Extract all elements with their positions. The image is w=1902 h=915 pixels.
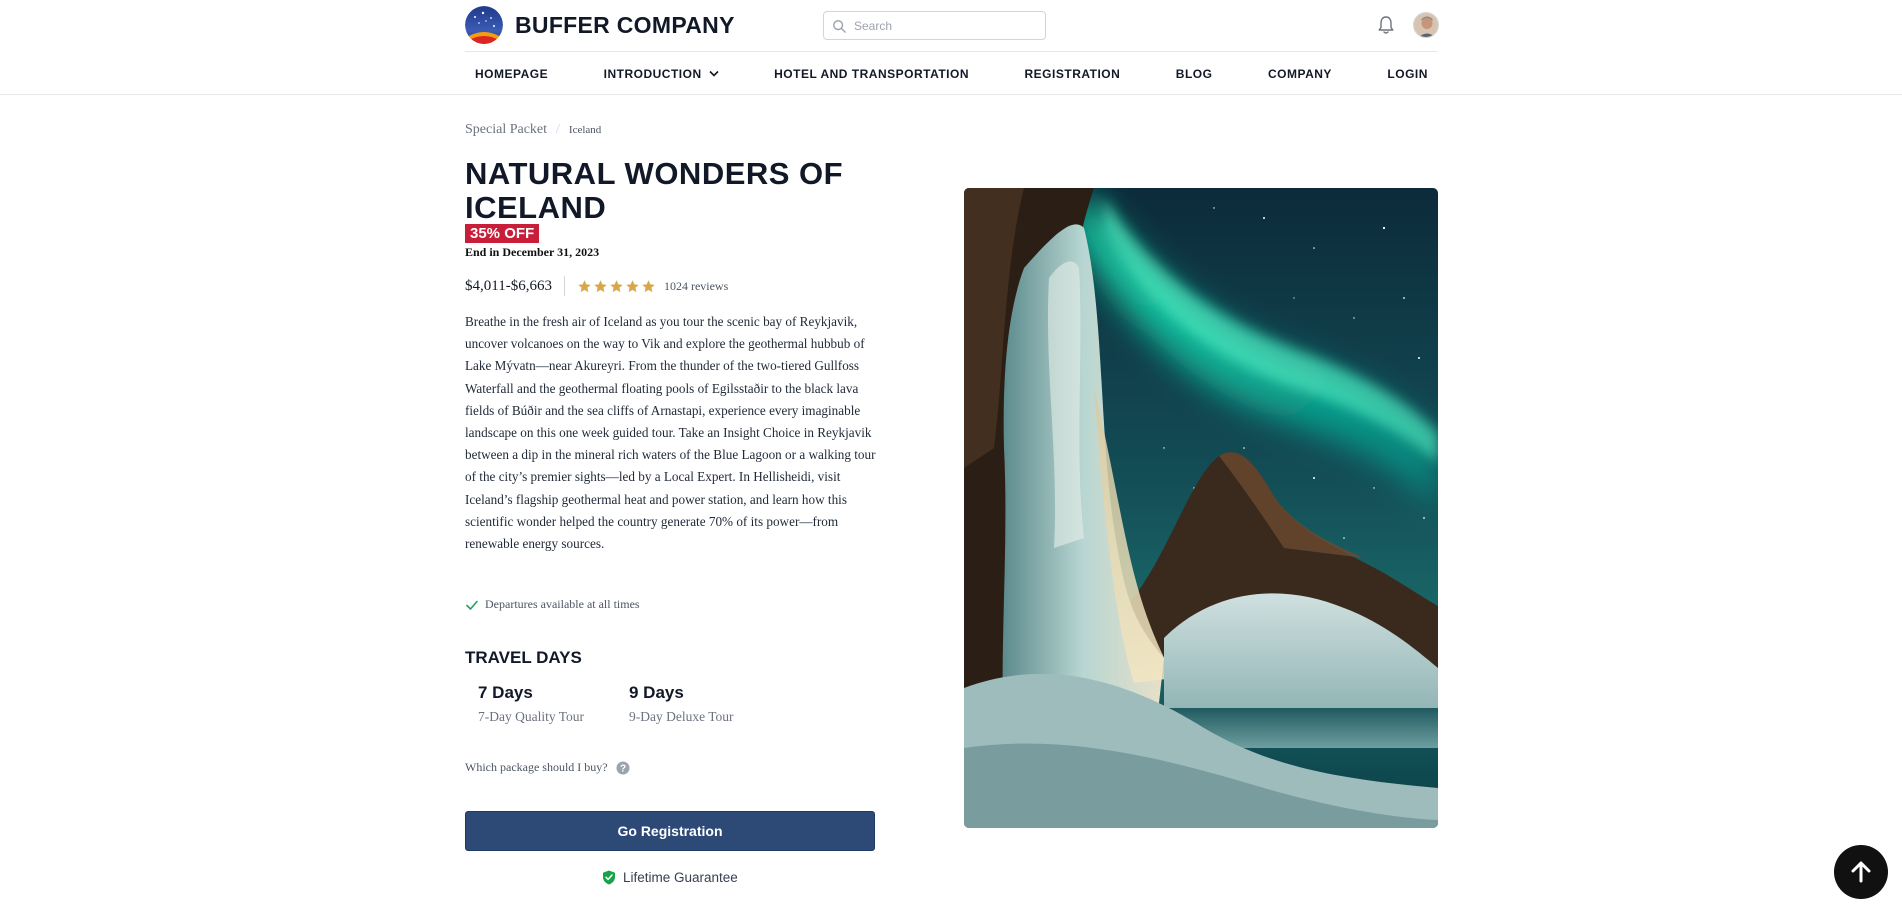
site-header: BUFFER COMPANY HOMEPAGE	[0, 0, 1902, 95]
arrow-up-icon	[1851, 861, 1871, 883]
bell-icon[interactable]	[1377, 15, 1395, 35]
nav-hotel-and-transportation[interactable]: HOTEL AND TRANSPORTATION	[774, 67, 969, 81]
reviews-link[interactable]: 1024 reviews	[664, 279, 728, 294]
search-box[interactable]	[823, 11, 1046, 40]
breadcrumb: Special Packet / Iceland	[465, 122, 601, 138]
option-name: 7-Day Quality Tour	[478, 709, 585, 724]
price-rating-row: $4,011-$6,663 1024 reviews	[465, 276, 728, 296]
nav-homepage[interactable]: HOMEPAGE	[475, 67, 548, 81]
help-icon[interactable]: ?	[616, 761, 630, 775]
discount-badge: 35% OFF	[465, 224, 540, 243]
header-container: BUFFER COMPANY HOMEPAGE	[465, 0, 1439, 95]
star-icon	[610, 279, 623, 292]
starry-night-logo-icon[interactable]	[465, 6, 503, 44]
nav-introduction[interactable]: INTRODUCTION	[604, 67, 719, 81]
travel-option-7-days[interactable]: 7 Days 7-Day Quality Tour	[478, 683, 584, 725]
go-registration-button[interactable]: Go Registration	[465, 811, 875, 851]
brand-name[interactable]: BUFFER COMPANY	[515, 12, 735, 39]
nav-company[interactable]: COMPANY	[1268, 67, 1332, 81]
guarantee-text: Lifetime Guarantee	[623, 870, 738, 885]
search-icon	[833, 19, 846, 33]
star-icon	[594, 279, 607, 292]
search-input[interactable]	[852, 17, 1032, 34]
user-avatar[interactable]	[1413, 12, 1439, 38]
nav-login[interactable]: LOGIN	[1387, 67, 1428, 81]
star-icon	[626, 279, 639, 292]
option-days: 7 Days	[478, 683, 533, 702]
breadcrumb-special-packet[interactable]: Special Packet	[465, 122, 547, 138]
star-icon	[578, 279, 591, 292]
star-rating[interactable]	[577, 279, 656, 294]
main-nav: HOMEPAGE INTRODUCTION HOTEL AND TRANSPOR…	[465, 52, 1438, 95]
which-package-help[interactable]: Which package should I buy? ?	[465, 760, 630, 775]
chevron-down-icon	[709, 70, 719, 77]
shield-check-icon	[603, 870, 615, 885]
option-name: 9-Day Deluxe Tour	[629, 709, 734, 724]
breadcrumb-separator: /	[556, 122, 560, 137]
which-package-text: Which package should I buy?	[465, 760, 608, 774]
back-to-top-button[interactable]	[1834, 845, 1888, 899]
departures-text: Departures available at all times	[485, 597, 640, 611]
page-title: NATURAL WONDERS OF ICELAND	[465, 156, 844, 225]
check-icon	[466, 600, 478, 610]
option-days: 9 Days	[629, 683, 684, 702]
offer-end-date: End in December 31, 2023	[465, 245, 600, 259]
travel-days-heading: TRAVEL DAYS	[465, 648, 582, 667]
lifetime-guarantee: Lifetime Guarantee	[602, 870, 738, 885]
price-divider	[563, 276, 565, 296]
price-range: $4,011-$6,663	[465, 277, 552, 294]
tour-description: Breathe in the fresh air of Iceland as y…	[465, 314, 876, 552]
nav-blog[interactable]: BLOG	[1176, 67, 1213, 81]
departures-note: Departures available at all times	[465, 597, 640, 612]
breadcrumb-iceland[interactable]: Iceland	[569, 124, 601, 136]
svg-text:?: ?	[620, 763, 626, 774]
iceland-aurora-image	[964, 188, 1438, 828]
nav-registration[interactable]: REGISTRATION	[1025, 67, 1121, 81]
travel-option-9-days[interactable]: 9 Days 9-Day Deluxe Tour	[629, 683, 734, 725]
star-icon	[642, 279, 655, 292]
